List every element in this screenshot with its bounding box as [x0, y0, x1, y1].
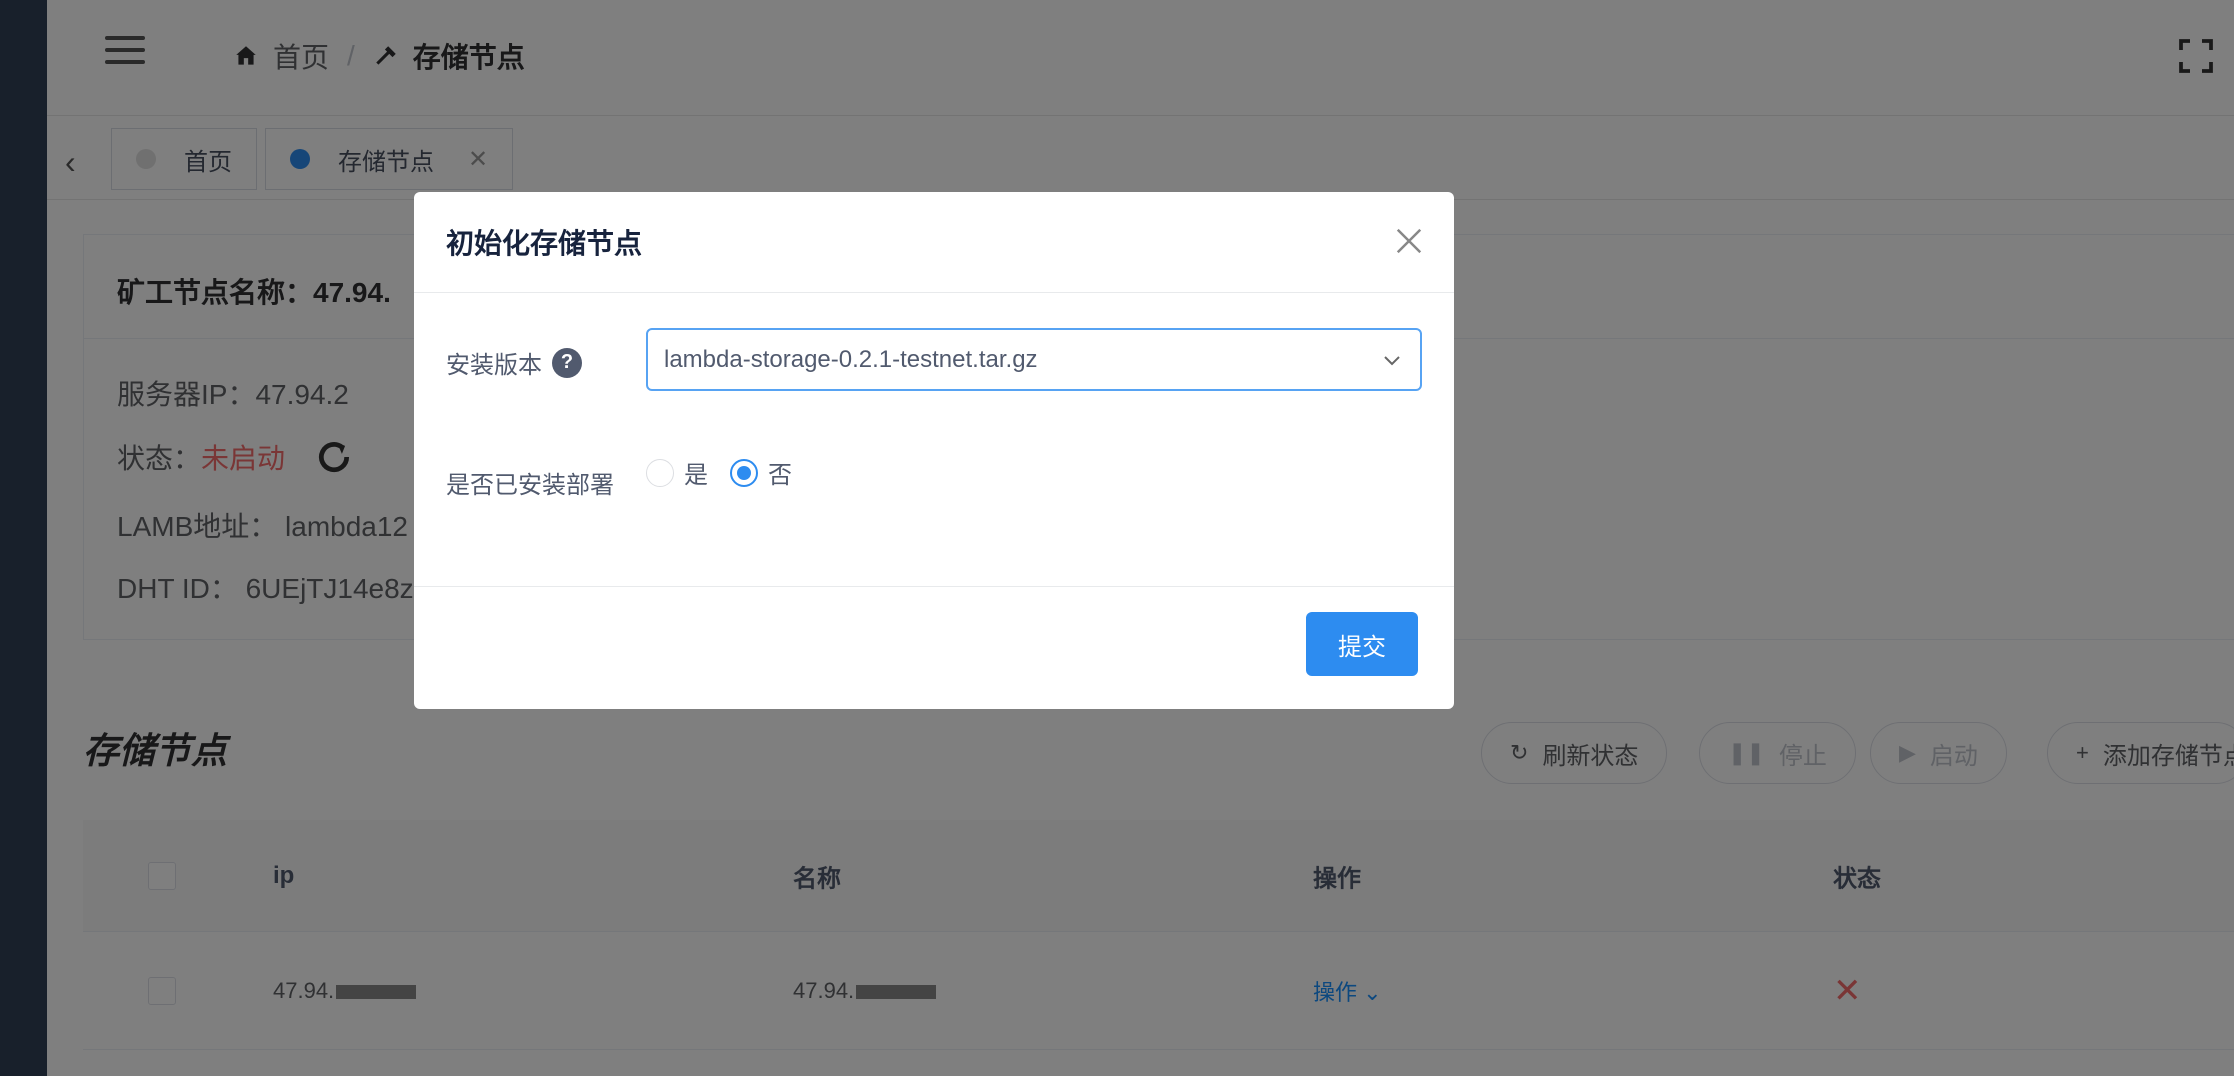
version-label: 安装版本 ?	[446, 345, 582, 380]
radio-no[interactable]: 否	[730, 455, 792, 490]
version-label-text: 安装版本	[446, 352, 542, 379]
version-select[interactable]: lambda-storage-0.2.1-testnet.tar.gz	[646, 328, 1422, 391]
dialog-header: 初始化存储节点	[414, 192, 1454, 293]
installed-radio-group: 是 否	[646, 455, 814, 490]
init-storage-node-dialog: 初始化存储节点 安装版本 ? lambda-storage-0.2.1-test…	[414, 192, 1454, 709]
chevron-down-icon	[1384, 355, 1400, 365]
radio-no-label: 否	[768, 462, 792, 489]
dialog-title: 初始化存储节点	[446, 228, 643, 259]
version-select-value: lambda-storage-0.2.1-testnet.tar.gz	[664, 345, 1038, 373]
radio-yes[interactable]: 是	[646, 455, 708, 490]
submit-button[interactable]: 提交	[1306, 612, 1418, 676]
dialog-footer: 提交	[414, 587, 1454, 708]
radio-yes-circle[interactable]	[646, 458, 674, 487]
help-icon[interactable]: ?	[552, 347, 582, 378]
installed-label: 是否已安装部署	[446, 472, 614, 499]
close-icon[interactable]	[1394, 226, 1424, 256]
dialog-body: 安装版本 ? lambda-storage-0.2.1-testnet.tar.…	[414, 293, 1454, 587]
radio-no-circle[interactable]	[730, 458, 758, 487]
radio-yes-label: 是	[684, 462, 708, 489]
